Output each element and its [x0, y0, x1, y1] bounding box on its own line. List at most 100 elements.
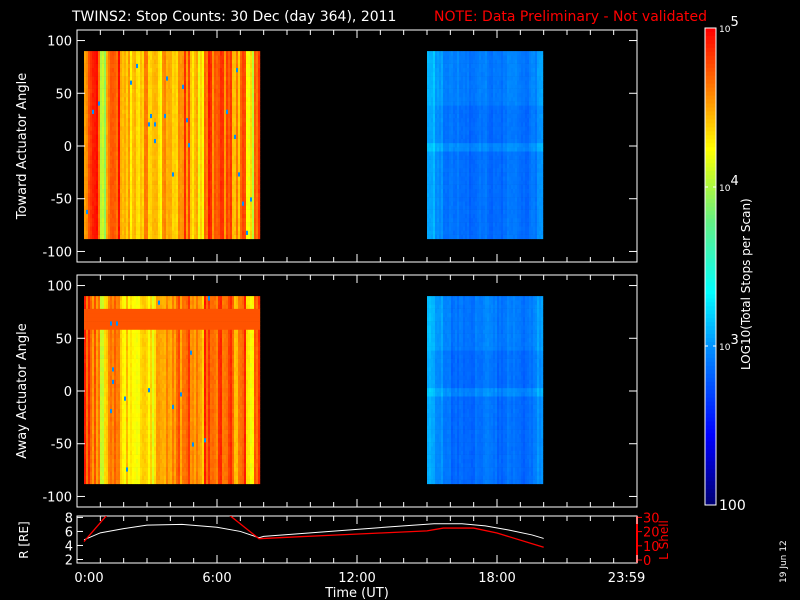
heatmap-cell: [457, 109, 460, 114]
heatmap-cell: [182, 67, 185, 73]
heatmap-cell: [204, 101, 207, 106]
heatmap-cell: [84, 76, 87, 81]
heatmap-cell: [250, 209, 253, 215]
heatmap-cell: [132, 63, 135, 69]
heatmap-cell: [156, 88, 159, 94]
heatmap-cell: [132, 192, 135, 198]
heatmap-cell: [144, 117, 147, 123]
heatmap-cell: [110, 163, 113, 169]
heatmap-cell: [136, 80, 139, 85]
heatmap-cell: [228, 96, 231, 102]
heatmap-cell: [218, 163, 221, 169]
heatmap-cell: [222, 55, 225, 60]
heatmap-cell: [184, 230, 187, 235]
heatmap-cell: [146, 197, 149, 202]
heatmap-cell: [172, 188, 175, 194]
heatmap-cell: [433, 88, 436, 94]
heatmap-cell: [461, 188, 464, 194]
heatmap-cell: [86, 63, 89, 69]
heatmap-cell: [100, 192, 103, 198]
heatmap-cell: [226, 55, 229, 60]
heatmap-cell: [136, 222, 139, 227]
heatmap-cell: [471, 76, 474, 81]
heatmap-cell: [92, 55, 95, 60]
heatmap-cell: [198, 213, 201, 219]
heatmap-cell: [258, 134, 261, 139]
heatmap-cell: [459, 234, 462, 240]
heatmap-cell: [92, 197, 95, 202]
heatmap-cell: [184, 126, 187, 131]
heatmap-cell: [441, 51, 444, 56]
heatmap-cell: [214, 217, 217, 223]
heatmap-cell: [112, 122, 115, 127]
heatmap-cell: [126, 201, 129, 206]
heatmap-cell: [471, 192, 474, 198]
heatmap-cell: [433, 197, 436, 202]
heatmap-cell: [435, 117, 438, 123]
heatmap-cell: [182, 176, 185, 181]
heatmap-cell: [138, 80, 141, 85]
heatmap-cell: [214, 96, 217, 102]
heatmap-cell: [234, 88, 237, 94]
heatmap-cell: [222, 222, 225, 227]
heatmap-cell: [142, 92, 145, 98]
heatmap-cell: [469, 155, 472, 160]
heatmap-cell: [240, 226, 243, 231]
heatmap-cell: [248, 167, 251, 173]
heatmap-cell: [435, 67, 438, 73]
heatmap-cell: [214, 230, 217, 235]
heatmap-cell: [226, 180, 229, 185]
heatmap-cell: [234, 172, 237, 177]
heatmap-cell: [86, 109, 89, 114]
heatmap-cell: [437, 205, 440, 210]
heatmap-cell: [224, 80, 227, 85]
heatmap-cell: [114, 122, 117, 127]
heatmap-cell: [469, 142, 472, 148]
heatmap-cell: [192, 192, 195, 198]
heatmap-cell: [156, 126, 159, 131]
heatmap-cell: [90, 226, 93, 231]
preliminary-note: NOTE: Data Preliminary - Not validated: [434, 9, 707, 25]
heatmap-cell: [250, 172, 253, 177]
heatmap-cell: [158, 176, 161, 181]
heatmap-cell: [218, 147, 221, 152]
heatmap-cell: [176, 117, 179, 123]
heatmap-cell: [238, 222, 241, 227]
heatmap-cell: [473, 234, 476, 240]
heatmap-cell: [84, 209, 87, 215]
heatmap-cell: [142, 84, 145, 89]
heatmap-cell: [108, 92, 111, 98]
heatmap-cell: [224, 59, 227, 64]
heatmap-cell: [114, 59, 117, 64]
heatmap-cell: [98, 234, 101, 240]
heatmap-cell: [112, 80, 115, 85]
heatmap-cell: [427, 67, 430, 73]
heatmap-cell: [106, 105, 109, 110]
heatmap-cell: [140, 217, 143, 223]
heatmap-cell: [443, 126, 446, 131]
heatmap-cell: [439, 209, 442, 215]
heatmap-cell: [200, 109, 203, 114]
heatmap-cell: [156, 234, 159, 240]
heatmap-cell: [192, 155, 195, 160]
heatmap-cell: [184, 113, 187, 119]
heatmap-cell: [427, 88, 430, 94]
heatmap-cell: [142, 59, 145, 64]
heatmap-cell: [192, 234, 195, 240]
heatmap-cell: [118, 197, 121, 202]
heatmap-cell: [447, 67, 450, 73]
heatmap-cell: [471, 142, 474, 148]
heatmap-cell: [162, 226, 165, 231]
heatmap-cell: [439, 101, 442, 106]
heatmap-cell: [144, 176, 147, 181]
heatmap-cell: [128, 92, 131, 98]
heatmap-cell: [108, 151, 111, 156]
heatmap-cell: [172, 197, 175, 202]
heatmap-cell: [100, 88, 103, 94]
heatmap-cell: [122, 80, 125, 85]
heatmap-cell: [455, 51, 458, 56]
heatmap-cell: [467, 142, 470, 148]
heatmap-cell: [214, 55, 217, 60]
heatmap-cell: [248, 113, 251, 119]
heatmap-cell: [457, 230, 460, 235]
